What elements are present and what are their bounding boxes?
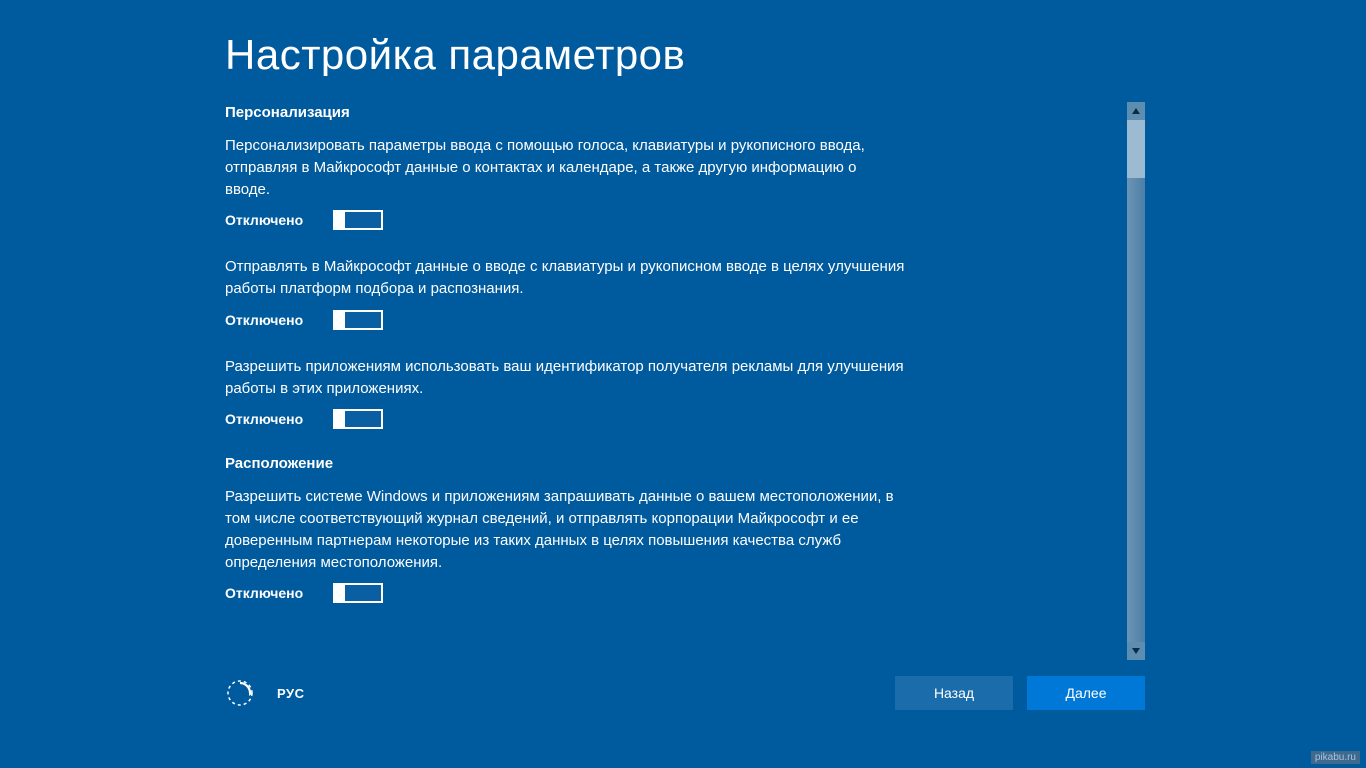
scroll-thumb[interactable] <box>1127 120 1145 178</box>
section-heading-personalization: Персонализация <box>225 104 1145 121</box>
scroll-up-button[interactable] <box>1127 102 1145 120</box>
toggle-state-label: Отключено <box>225 411 311 427</box>
toggle-row: Отключено <box>225 310 905 330</box>
vertical-scrollbar[interactable] <box>1127 102 1145 660</box>
setting-description: Персонализировать параметры ввода с помо… <box>225 135 905 200</box>
toggle-switch[interactable] <box>333 310 383 330</box>
toggle-state-label: Отключено <box>225 585 311 601</box>
page-title: Настройка параметров <box>225 34 1145 76</box>
setting-description: Разрешить системе Windows и приложениям … <box>225 486 905 573</box>
setting-description: Отправлять в Майкрософт данные о вводе с… <box>225 256 905 300</box>
setting-item: Разрешить системе Windows и приложениям … <box>225 486 905 603</box>
toggle-row: Отключено <box>225 583 905 603</box>
toggle-state-label: Отключено <box>225 312 311 328</box>
next-button[interactable]: Далее <box>1027 676 1145 710</box>
section-heading-location: Расположение <box>225 455 1145 472</box>
oobe-settings-page: Настройка параметров Персонализация Перс… <box>0 0 1366 768</box>
back-button[interactable]: Назад <box>895 676 1013 710</box>
language-indicator[interactable]: РУС <box>277 686 304 701</box>
scroll-down-button[interactable] <box>1127 642 1145 660</box>
footer-left: РУС <box>225 678 304 708</box>
toggle-state-label: Отключено <box>225 212 311 228</box>
footer-right: Назад Далее <box>895 676 1145 710</box>
toggle-row: Отключено <box>225 409 905 429</box>
setting-item: Разрешить приложениям использовать ваш и… <box>225 356 905 430</box>
setting-description: Разрешить приложениям использовать ваш и… <box>225 356 905 400</box>
toggle-row: Отключено <box>225 210 905 230</box>
content-area: Настройка параметров Персонализация Перс… <box>225 40 1145 660</box>
toggle-switch[interactable] <box>333 210 383 230</box>
setting-item: Персонализировать параметры ввода с помо… <box>225 135 905 230</box>
toggle-switch[interactable] <box>333 409 383 429</box>
toggle-switch[interactable] <box>333 583 383 603</box>
footer-bar: РУС Назад Далее <box>225 676 1145 710</box>
ease-of-access-icon[interactable] <box>225 678 255 708</box>
setting-item: Отправлять в Майкрософт данные о вводе с… <box>225 256 905 330</box>
watermark: pikabu.ru <box>1311 751 1360 764</box>
